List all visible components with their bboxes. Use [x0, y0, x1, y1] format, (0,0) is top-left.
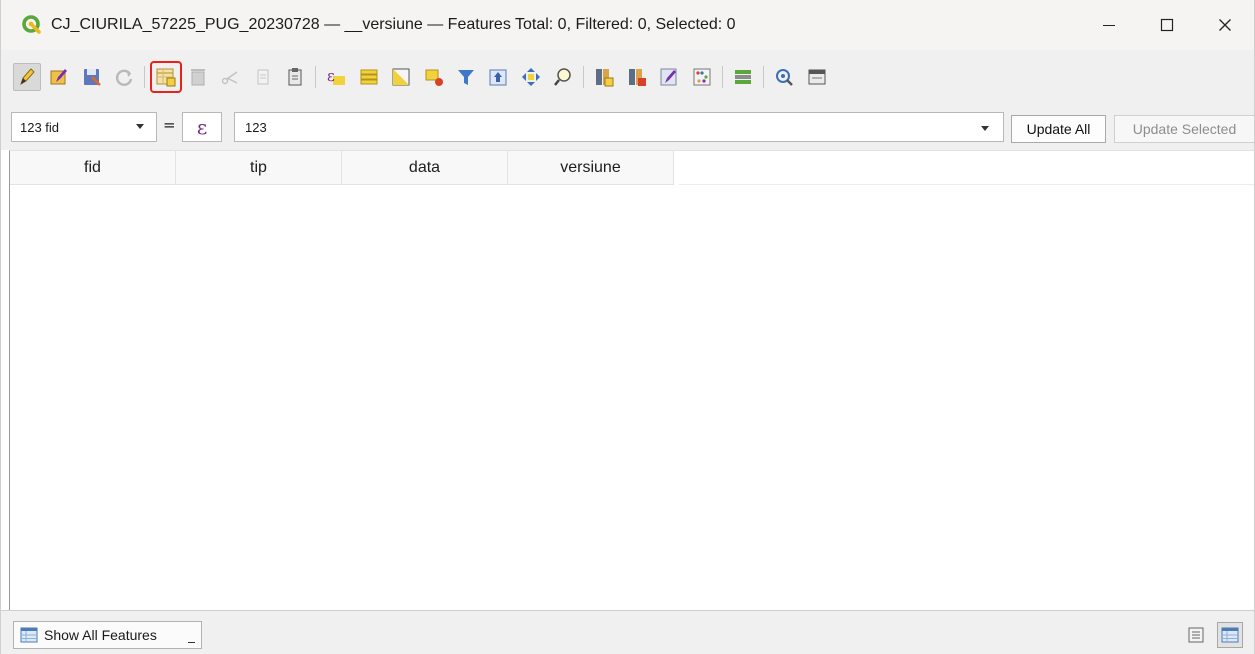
select-by-expression-button[interactable]: ε [322, 63, 350, 91]
scissors-icon [222, 71, 238, 85]
column-header-versiune[interactable]: versiune [508, 151, 674, 185]
update-all-button[interactable]: Update All [1011, 115, 1106, 143]
deselect-icon [425, 69, 443, 86]
update-selected-button[interactable]: Update Selected [1114, 115, 1254, 143]
show-features-dropdown[interactable]: Show All Features [13, 621, 202, 649]
chevron-down-icon [136, 124, 144, 129]
abacus-icon [693, 68, 710, 86]
attribute-toolbar: ε [1, 50, 1254, 104]
close-button[interactable] [1196, 0, 1254, 50]
add-feature-button[interactable] [149, 61, 182, 93]
table-header-empty-area [679, 151, 1254, 185]
select-all-button[interactable] [355, 63, 383, 91]
close-icon [1219, 19, 1231, 31]
copy-icon [257, 69, 269, 85]
edit-field-icon [660, 68, 677, 86]
deselect-all-button[interactable] [420, 63, 448, 91]
chevron-down-icon [981, 125, 989, 131]
cut-button[interactable] [216, 63, 244, 91]
show-features-label: Show All Features [44, 627, 157, 643]
zoom-icon [554, 68, 571, 86]
equals-label: = [163, 116, 176, 134]
column-header-fid[interactable]: fid [10, 151, 176, 185]
expression-select-icon: ε [327, 67, 346, 85]
toggle-editing-button[interactable] [13, 63, 41, 91]
toolbar-separator [763, 66, 765, 88]
title-bar: CJ_CIURILA_57225_PUG_20230728 — __versiu… [1, 0, 1254, 50]
delete-field-icon [628, 69, 646, 86]
dock-icon [808, 69, 826, 85]
qgis-logo-icon [21, 14, 43, 36]
table-view-button[interactable] [1217, 622, 1243, 648]
move-selection-top-button[interactable] [484, 63, 512, 91]
table-icon [20, 626, 38, 644]
table-view-icon [1221, 627, 1239, 643]
new-field-button[interactable] [590, 63, 618, 91]
toolbar-separator [315, 66, 317, 88]
select-all-icon [360, 69, 378, 85]
filter-icon [457, 70, 474, 85]
multi-edit-icon [50, 69, 68, 85]
save-icon [83, 69, 101, 86]
save-edits-button[interactable] [78, 63, 106, 91]
expression-input[interactable]: 123 [234, 112, 1004, 142]
field-calculator-bar: 123 fid = ε 123 Update All Update Select… [1, 104, 1254, 150]
add-feature-icon [156, 68, 175, 87]
epsilon-icon: ε [196, 115, 208, 139]
reload-button[interactable] [110, 63, 138, 91]
column-header-tip[interactable]: tip [176, 151, 342, 185]
maximize-button[interactable] [1138, 0, 1196, 50]
copy-button[interactable] [249, 63, 277, 91]
conditional-formatting-button[interactable] [729, 63, 757, 91]
form-view-icon [1188, 627, 1204, 643]
zoom-to-selected-button[interactable] [549, 63, 577, 91]
minimize-button[interactable] [1080, 0, 1138, 50]
trash-icon [190, 69, 205, 86]
table-header: fid tip data versiune [10, 151, 674, 185]
actions-icon [776, 69, 794, 86]
invert-selection-button[interactable] [387, 63, 415, 91]
maximize-icon [1160, 18, 1174, 32]
toolbar-separator [144, 66, 146, 88]
toolbar-separator [583, 66, 585, 88]
field-select-label: 123 fid [20, 119, 60, 135]
dropdown-caret-icon [188, 642, 195, 643]
expression-value: 123 [245, 119, 267, 135]
conditional-format-icon [734, 70, 751, 84]
toolbar-separator [721, 66, 723, 88]
field-select-dropdown[interactable]: 123 fid [11, 112, 157, 142]
pencil-icon [20, 68, 35, 86]
form-view-button[interactable] [1183, 622, 1209, 648]
paste-button[interactable] [281, 63, 309, 91]
pan-to-selected-button[interactable] [517, 63, 545, 91]
new-field-icon [596, 69, 614, 87]
paste-icon [288, 68, 302, 86]
window-title: CJ_CIURILA_57225_PUG_20230728 — __versiu… [51, 16, 736, 33]
bottom-bar: Show All Features [1, 610, 1254, 654]
field-calculator-button[interactable] [688, 63, 716, 91]
delete-field-button[interactable] [623, 63, 651, 91]
multi-edit-button[interactable] [45, 63, 73, 91]
move-top-icon [489, 69, 507, 86]
expression-history-dropdown[interactable] [973, 120, 997, 136]
attribute-table[interactable]: fid tip data versiune [9, 150, 1254, 610]
toggle-field-calculator-button[interactable] [655, 63, 683, 91]
delete-selected-button[interactable] [184, 63, 212, 91]
expression-builder-button[interactable]: ε [182, 112, 222, 142]
minimize-icon [1103, 25, 1115, 26]
filter-button[interactable] [452, 63, 480, 91]
dock-table-button[interactable] [803, 63, 831, 91]
svg-text:ε: ε [327, 67, 335, 85]
actions-button[interactable] [770, 63, 798, 91]
invert-selection-icon [392, 68, 410, 86]
refresh-icon [116, 69, 133, 86]
pan-icon [521, 68, 540, 86]
attribute-table-window: CJ_CIURILA_57225_PUG_20230728 — __versiu… [0, 0, 1255, 654]
window-controls [1080, 0, 1254, 50]
column-header-data[interactable]: data [342, 151, 508, 185]
